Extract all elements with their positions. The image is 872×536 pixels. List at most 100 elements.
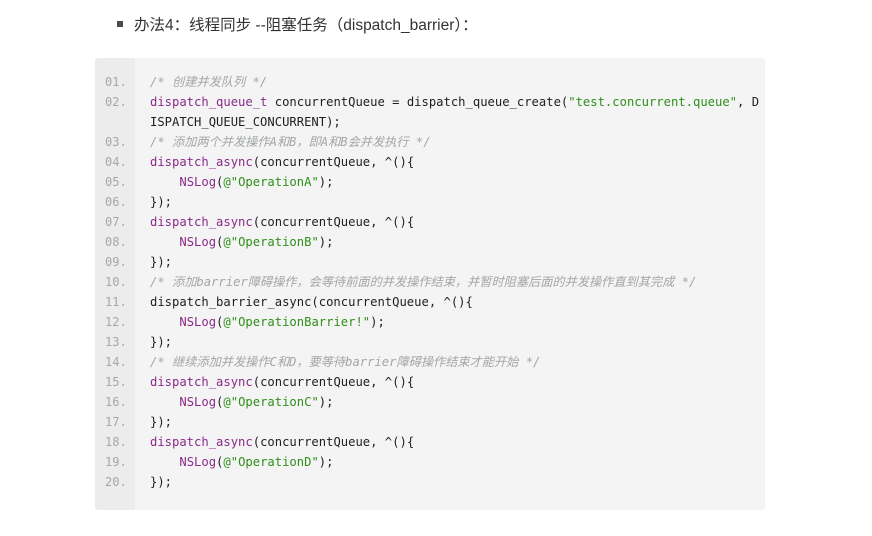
code-line: 14. /* 继续添加并发操作C和D，要等待barrier障碍操作结束才能开始 *… — [95, 352, 765, 372]
code-line: 18. dispatch_async(concurrentQueue, ^(){ — [95, 432, 765, 452]
code-text: NSLog(@"OperationBarrier!"); — [150, 312, 385, 332]
code-text: /* 添加两个并发操作A和B，即A和B会并发执行 */ — [150, 132, 431, 152]
code-text: ISPATCH_QUEUE_CONCURRENT); — [150, 112, 341, 132]
code-token-plain: (concurrentQueue, ^(){ — [252, 215, 415, 229]
line-number: 19. — [105, 455, 127, 469]
code-token-plain: ); — [318, 235, 334, 249]
code-token-plain: (concurrentQueue, ^(){ — [252, 435, 415, 449]
line-number: 01. — [105, 75, 127, 89]
code-block: 01. /* 创建并发队列 */ 02. dispatch_queue_t concu… — [95, 58, 765, 510]
code-text: dispatch_queue_t concurrentQueue = dispa… — [150, 92, 759, 112]
code-text: NSLog(@"OperationC"); — [150, 392, 333, 412]
code-token-plain: }); — [150, 255, 173, 269]
code-line: 16. NSLog(@"OperationC"); — [95, 392, 765, 412]
line-number: 11. — [105, 295, 127, 309]
code-line: 13.}); — [95, 332, 765, 352]
code-token-kw: NSLog — [179, 235, 217, 249]
code-line: ISPATCH_QUEUE_CONCURRENT); — [95, 112, 765, 132]
code-token-str: "test.concurrent.queue" — [568, 95, 738, 109]
line-number: 08. — [105, 235, 127, 249]
code-token-kw: NSLog — [179, 395, 217, 409]
bullet-square-icon — [117, 21, 123, 27]
code-text: }); — [150, 332, 172, 352]
code-token-comment: /* 添加两个并发操作A和B，即A和B会并发执行 */ — [150, 135, 431, 149]
code-token-kw: dispatch_async — [150, 375, 253, 389]
code-token-plain: ); — [318, 395, 334, 409]
line-number: 17. — [105, 415, 127, 429]
line-number: 06. — [105, 195, 127, 209]
code-token-plain: concurrentQueue = dispatch_queue_create( — [267, 95, 569, 109]
code-line: 10. /* 添加barrier障碍操作，会等待前面的并发操作结束，并暂时阻塞后面… — [95, 272, 765, 292]
code-line: 08. NSLog(@"OperationB"); — [95, 232, 765, 252]
line-number: 15. — [105, 375, 127, 389]
code-token-plain: , D — [737, 95, 760, 109]
code-token-kw: NSLog — [179, 175, 217, 189]
code-text: NSLog(@"OperationB"); — [150, 232, 333, 252]
code-token-kw: dispatch_queue_t — [150, 95, 268, 109]
code-text: }); — [150, 412, 172, 432]
code-token-comment: /* 添加barrier障碍操作，会等待前面的并发操作结束，并暂时阻塞后面的并发… — [150, 275, 697, 289]
bullet-text: 办法4：线程同步 --阻塞任务（dispatch_barrier）： — [134, 17, 478, 34]
line-number: 02. — [105, 95, 127, 109]
line-number: 10. — [105, 275, 127, 289]
line-number: 04. — [105, 155, 127, 169]
code-text: NSLog(@"OperationA"); — [150, 172, 333, 192]
code-text: NSLog(@"OperationD"); — [150, 452, 333, 472]
code-line: 12. NSLog(@"OperationBarrier!"); — [95, 312, 765, 332]
code-text: /* 添加barrier障碍操作，会等待前面的并发操作结束，并暂时阻塞后面的并发… — [150, 272, 696, 292]
code-token-kw: dispatch_async — [150, 215, 253, 229]
code-text: dispatch_async(concurrentQueue, ^(){ — [150, 372, 414, 392]
code-text: /* 继续添加并发操作C和D，要等待barrier障碍操作结束才能开始 */ — [150, 352, 540, 372]
code-line: 05. NSLog(@"OperationA"); — [95, 172, 765, 192]
code-token-str: @"OperationC" — [223, 395, 319, 409]
line-number: 12. — [105, 315, 127, 329]
code-text: }); — [150, 252, 172, 272]
code-token-kw: NSLog — [179, 315, 217, 329]
code-token-plain: (concurrentQueue, ^(){ — [252, 375, 415, 389]
line-number: 20. — [105, 475, 127, 489]
code-line: 06.}); — [95, 192, 765, 212]
line-number: 18. — [105, 435, 127, 449]
code-token-plain: }); — [150, 475, 173, 489]
code-token-plain: ); — [370, 315, 385, 329]
code-text: }); — [150, 472, 172, 492]
code-token-plain: ISPATCH_QUEUE_CONCURRENT); — [150, 115, 341, 129]
code-token-plain: (concurrentQueue, ^(){ — [252, 155, 415, 169]
code-text: dispatch_barrier_async(concurrentQueue, … — [150, 292, 473, 312]
code-token-plain: ); — [318, 455, 334, 469]
line-number: 16. — [105, 395, 127, 409]
code-token-kw: NSLog — [179, 455, 217, 469]
code-line: 04. dispatch_async(concurrentQueue, ^(){ — [95, 152, 765, 172]
code-token-kw: dispatch_async — [150, 155, 253, 169]
code-token-plain: dispatch_barrier_async(concurrentQueue, … — [150, 295, 473, 309]
line-number: 13. — [105, 335, 127, 349]
line-number: 05. — [105, 175, 127, 189]
code-line: 03. /* 添加两个并发操作A和B，即A和B会并发执行 */ — [95, 132, 765, 152]
code-token-comment: /* 创建并发队列 */ — [150, 75, 268, 89]
code-token-plain: }); — [150, 415, 173, 429]
bullet-item: 办法4：线程同步 --阻塞任务（dispatch_barrier）： — [117, 12, 478, 36]
code-line: 17.}); — [95, 412, 765, 432]
code-token-comment: /* 继续添加并发操作C和D，要等待barrier障碍操作结束才能开始 */ — [150, 355, 541, 369]
code-text: dispatch_async(concurrentQueue, ^(){ — [150, 152, 414, 172]
code-line: 15. dispatch_async(concurrentQueue, ^(){ — [95, 372, 765, 392]
line-number: 07. — [105, 215, 127, 229]
code-line: 19. NSLog(@"OperationD"); — [95, 452, 765, 472]
code-text: dispatch_async(concurrentQueue, ^(){ — [150, 212, 414, 232]
code-text: /* 创建并发队列 */ — [150, 72, 267, 92]
line-number: 03. — [105, 135, 127, 149]
code-token-str: @"OperationA" — [223, 175, 319, 189]
code-line: 20.}); — [95, 472, 765, 492]
code-token-kw: dispatch_async — [150, 435, 253, 449]
code-line: 07. dispatch_async(concurrentQueue, ^(){ — [95, 212, 765, 232]
code-lines: 01. /* 创建并发队列 */ 02. dispatch_queue_t concu… — [95, 72, 765, 492]
code-line: 02. dispatch_queue_t concurrentQueue = di… — [95, 92, 765, 112]
code-token-plain: }); — [150, 195, 173, 209]
code-token-str: @"OperationB" — [223, 235, 319, 249]
code-token-str: @"OperationD" — [223, 455, 319, 469]
code-text: }); — [150, 192, 172, 212]
